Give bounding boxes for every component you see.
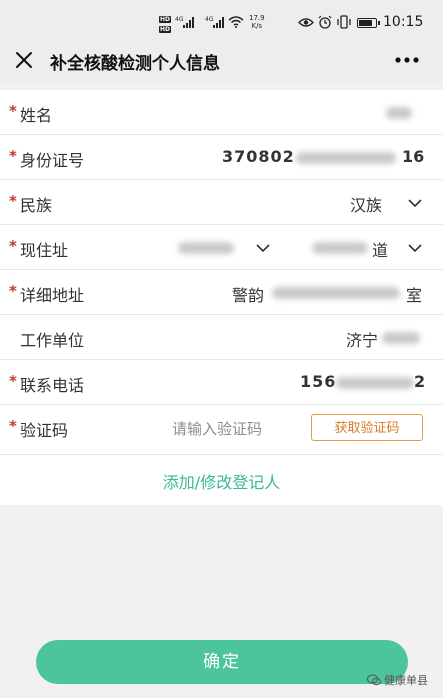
- speed-unit: K/s: [251, 22, 263, 30]
- add-edit-registrant-link[interactable]: 添加/修改登记人: [0, 469, 443, 493]
- personal-info-form: * 姓名 * 身份证号 370802 16 * 民族 汉族 * 现住址 道 * …: [0, 90, 443, 505]
- verify-code-input[interactable]: 请输入验证码: [172, 418, 262, 439]
- detail-address-label: 详细地址: [20, 286, 85, 305]
- signal-icon: [213, 17, 224, 28]
- ethnicity-row[interactable]: * 民族 汉族: [0, 180, 443, 225]
- alarm-icon: [318, 15, 332, 29]
- id-number-row[interactable]: * 身份证号 370802 16: [0, 135, 443, 180]
- clock: 10:15: [383, 14, 424, 30]
- battery-icon: [357, 18, 380, 28]
- wechat-icon: [367, 674, 381, 686]
- close-icon[interactable]: [14, 50, 34, 70]
- ethnicity-label: 民族: [20, 196, 53, 215]
- required-marker: *: [9, 372, 17, 390]
- verify-code-label: 验证码: [20, 421, 69, 440]
- verify-code-row: * 验证码 请输入验证码 获取验证码: [0, 405, 443, 455]
- required-marker: *: [9, 102, 17, 120]
- work-unit-prefix: 济宁: [346, 331, 379, 350]
- id-number-suffix: 16: [402, 147, 425, 166]
- name-label: 姓名: [20, 106, 53, 125]
- signal-icon: [183, 17, 194, 28]
- ethnicity-value: 汉族: [350, 196, 383, 215]
- watermark-text: 健康单县: [384, 674, 428, 687]
- work-unit-label: 工作单位: [20, 331, 85, 350]
- name-value-redacted: [386, 107, 412, 119]
- eye-icon: [298, 18, 314, 27]
- required-marker: *: [9, 147, 17, 165]
- hd-badge: HD: [159, 16, 172, 23]
- id-number-label: 身份证号: [20, 151, 85, 170]
- more-icon[interactable]: [394, 56, 420, 64]
- phone-row[interactable]: * 联系电话 156 2: [0, 360, 443, 405]
- work-unit-redacted: [382, 332, 420, 344]
- confirm-button[interactable]: 确定: [36, 640, 408, 684]
- id-number-prefix: 370802: [222, 147, 295, 166]
- phone-label: 联系电话: [20, 376, 85, 395]
- get-code-button[interactable]: 获取验证码: [311, 414, 423, 441]
- watermark: 健康单县: [367, 672, 428, 688]
- page-title: 补全核酸检测个人信息: [50, 54, 220, 74]
- required-marker: *: [9, 237, 17, 255]
- wifi-icon: [228, 16, 244, 28]
- street-redacted: [312, 242, 368, 254]
- detail-address-suffix: 室: [406, 286, 423, 305]
- detail-address-row[interactable]: * 详细地址 警韵 室: [0, 270, 443, 315]
- address-row[interactable]: * 现住址 道: [0, 225, 443, 270]
- hd-badge: HD: [159, 26, 172, 33]
- detail-address-prefix: 警韵: [232, 286, 265, 305]
- phone-suffix: 2: [414, 372, 426, 391]
- name-row[interactable]: * 姓名: [0, 90, 443, 135]
- required-marker: *: [9, 192, 17, 210]
- province-redacted: [178, 242, 234, 254]
- street-suffix: 道: [372, 241, 389, 260]
- required-marker: *: [9, 282, 17, 300]
- chevron-down-icon[interactable]: [408, 243, 422, 253]
- speed-value: 17.9: [249, 14, 265, 22]
- address-label: 现住址: [20, 241, 69, 260]
- network-speed: 17.9 K/s: [249, 14, 265, 30]
- vibrate-icon: [337, 15, 351, 29]
- phone-redacted: [336, 377, 414, 389]
- required-marker: *: [9, 417, 17, 435]
- work-unit-row[interactable]: 工作单位 济宁: [0, 315, 443, 360]
- title-bar: 补全核酸检测个人信息: [0, 38, 443, 82]
- detail-address-redacted: [272, 287, 400, 299]
- chevron-down-icon[interactable]: [408, 198, 422, 208]
- phone-prefix: 156: [300, 372, 337, 391]
- add-link-row: 添加/修改登记人: [0, 455, 443, 505]
- chevron-down-icon[interactable]: [256, 243, 270, 253]
- id-number-redacted: [296, 152, 396, 164]
